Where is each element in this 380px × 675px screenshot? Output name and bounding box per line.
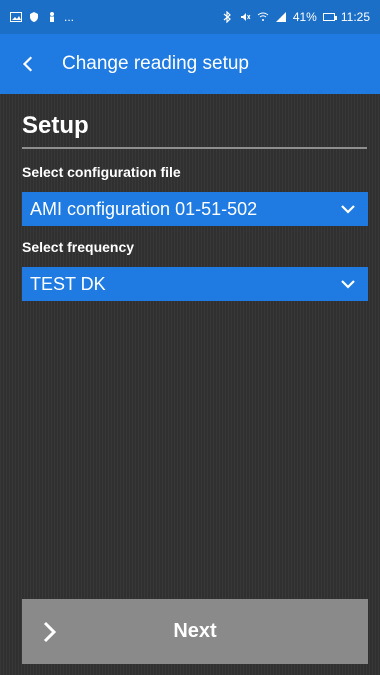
- setup-title: Setup: [22, 112, 89, 139]
- toolbar: Change reading setup: [0, 34, 380, 94]
- wifi-icon: [257, 11, 269, 23]
- chevron-right-icon: [37, 619, 63, 645]
- status-ellipsis: ...: [64, 10, 75, 24]
- image-icon: [10, 11, 22, 23]
- battery-percent: 41%: [292, 10, 317, 24]
- frequency-label: Select frequency: [22, 239, 135, 255]
- chevron-down-icon: [338, 274, 358, 294]
- status-left-group: ...: [10, 10, 74, 24]
- page-title: Change reading setup: [62, 53, 249, 74]
- battery-icon: [322, 13, 337, 21]
- configuration-file-value: AMI configuration 01-51-502: [30, 198, 258, 219]
- title-divider: [22, 147, 367, 149]
- signal-icon: [275, 11, 287, 23]
- frequency-select[interactable]: TEST DK: [22, 267, 368, 301]
- setup-content: Setup Select configuration file AMI conf…: [0, 94, 380, 675]
- shield-icon: [28, 11, 40, 23]
- person-icon: [46, 11, 58, 23]
- next-button[interactable]: Next: [22, 599, 368, 664]
- chevron-down-icon: [338, 199, 358, 219]
- chevron-left-icon[interactable]: [18, 54, 38, 74]
- status-right-group: 41% 11:25: [221, 10, 370, 24]
- next-button-label: Next: [173, 620, 217, 642]
- frequency-value: TEST DK: [30, 273, 106, 294]
- configuration-file-label: Select configuration file: [22, 164, 181, 180]
- status-bar: ... 41% 11:25: [0, 0, 380, 34]
- status-time: 11:25: [340, 10, 370, 24]
- bluetooth-icon: [221, 11, 233, 23]
- muted-icon: [239, 11, 251, 23]
- configuration-file-select[interactable]: AMI configuration 01-51-502: [22, 192, 368, 226]
